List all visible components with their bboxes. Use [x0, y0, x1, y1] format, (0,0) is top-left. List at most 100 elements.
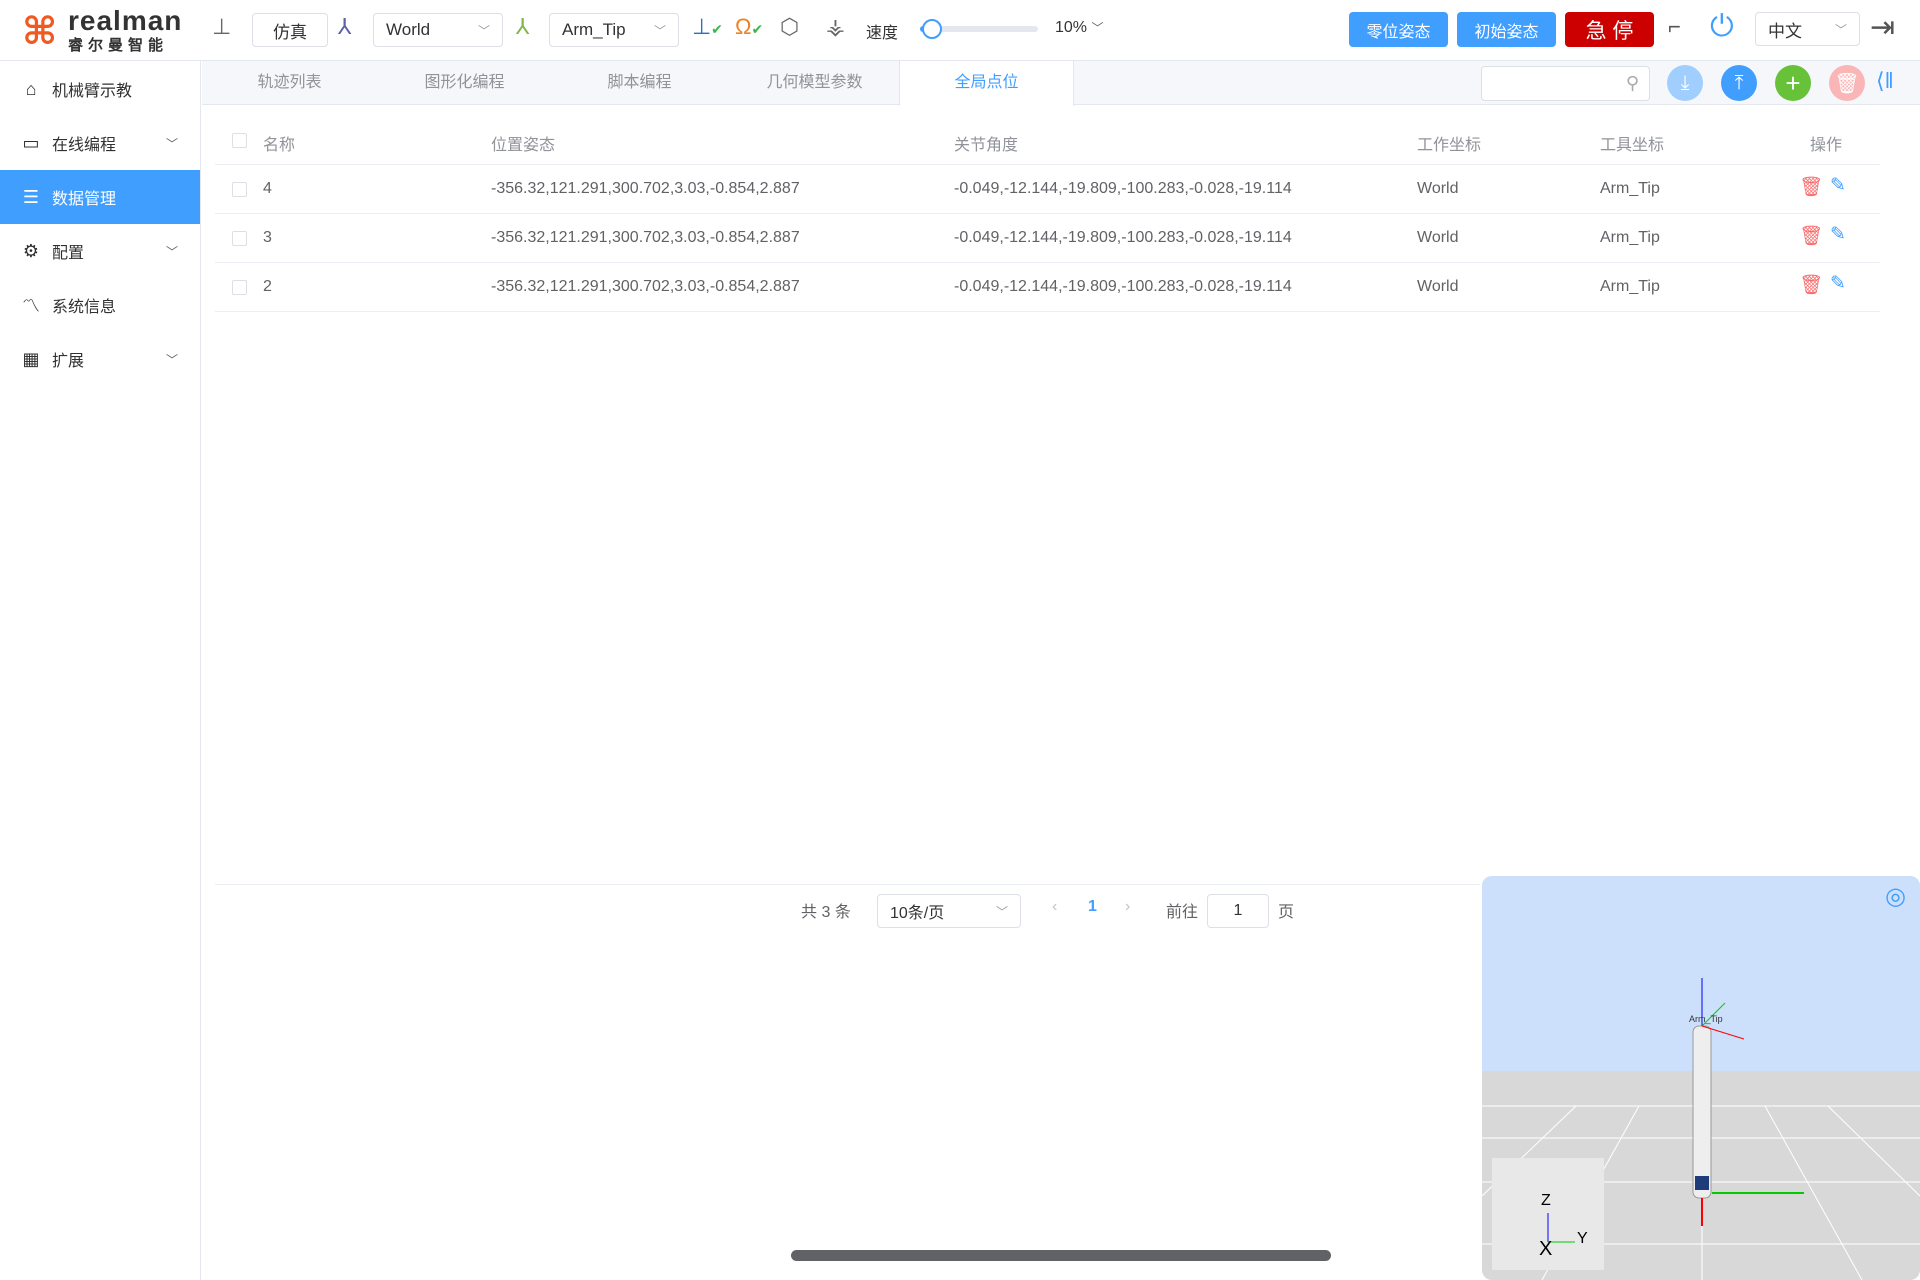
work-frame-value: World [386, 20, 431, 39]
goto-page-value: 1 [1233, 902, 1243, 919]
emergency-stop-label: 急 停 [1585, 19, 1634, 43]
delete-row-icon[interactable]: 🗑 [1799, 273, 1823, 297]
speed-slider[interactable] [920, 19, 1038, 39]
goto-label: 前往 [1166, 904, 1199, 921]
work-frame-select[interactable]: World ﹀ [373, 13, 503, 47]
cell-pose: -356.32,121.291,300.702,3.03,-0.854,2.88… [491, 278, 800, 295]
power-icon[interactable]: ⏻ [1710, 10, 1734, 44]
cell-work-frame: World [1417, 180, 1459, 197]
page-size-select[interactable]: 10条/页 ﹀ [877, 894, 1021, 928]
sidebar-item-data-management[interactable]: ☰ 数据管理 [0, 170, 200, 224]
language-value: 中文 [1768, 21, 1802, 41]
database-icon: ☰ [22, 186, 40, 207]
add-button[interactable]: + [1775, 65, 1811, 101]
speed-slider-handle[interactable] [921, 19, 942, 39]
speed-value-select[interactable]: 10% ﹀ [1055, 19, 1104, 37]
chevron-down-icon: ﹀ [1834, 22, 1847, 37]
horizontal-scrollbar[interactable] [791, 1250, 1331, 1261]
chevron-down-icon: ﹀ [165, 244, 178, 259]
3d-model-icon[interactable]: ⬡ [780, 14, 799, 40]
row-checkbox[interactable] [232, 280, 247, 295]
delete-row-icon[interactable]: 🗑 [1799, 224, 1823, 248]
sidebar-item-extensions[interactable]: ▦ 扩展 ﹀ [0, 332, 200, 386]
sidebar-item-config[interactable]: ⚙ 配置 ﹀ [0, 224, 200, 278]
cell-pose: -356.32,121.291,300.702,3.03,-0.854,2.88… [491, 229, 800, 246]
table-row: 3 -356.32,121.291,300.702,3.03,-0.854,2.… [215, 214, 1880, 263]
cell-name: 4 [263, 180, 272, 197]
table-row: 2 -356.32,121.291,300.702,3.03,-0.854,2.… [215, 263, 1880, 312]
prev-page-button[interactable]: ‹ [1052, 898, 1057, 916]
chevron-down-icon: ﹀ [165, 136, 178, 151]
table-header: 名称 位置姿态 关节角度 工作坐标 工具坐标 操作 [215, 116, 1880, 165]
column-header-work-frame: 工作坐标 [1417, 137, 1482, 154]
cell-joints: -0.049,-12.144,-19.809,-100.283,-0.028,-… [954, 180, 1292, 197]
sidebar-item-label: 数据管理 [52, 191, 117, 208]
simulation-button[interactable]: 仿真 [252, 13, 328, 47]
enable-brake-icon[interactable]: ⌐ [1668, 14, 1681, 40]
total-suffix: 条 [834, 904, 851, 921]
download-icon: ⤓ [1680, 71, 1690, 94]
logo-text: realman [68, 5, 183, 36]
home-icon: ⌂ [25, 78, 37, 99]
top-toolbar: ⌘ realman 睿尔曼智能 ⊥ 仿真 ⅄ World ﹀ ⅄ Arm_Tip ﹀ … [0, 0, 1920, 61]
trash-icon: 🗑 [1834, 72, 1860, 95]
column-header-actions: 操作 [1810, 137, 1843, 154]
simulation-label: 仿真 [273, 22, 307, 42]
emergency-stop-button[interactable]: 急 停 [1565, 12, 1654, 47]
tool-frame-select[interactable]: Arm_Tip ﹀ [549, 13, 679, 47]
collapse-panel-icon[interactable]: ⟨‖ [1876, 68, 1894, 94]
chevron-down-icon: ﹀ [995, 904, 1008, 919]
row-checkbox[interactable] [232, 182, 247, 197]
chevron-down-icon: ﹀ [653, 23, 666, 38]
cell-tool-frame: Arm_Tip [1600, 180, 1660, 197]
delete-row-icon[interactable]: 🗑 [1799, 175, 1823, 199]
tab-geometry-params[interactable]: 几何模型参数 [727, 61, 902, 105]
language-select[interactable]: 中文 ﹀ [1755, 12, 1860, 46]
tab-global-points[interactable]: 全局点位 [899, 61, 1074, 106]
delete-all-button[interactable]: 🗑 [1829, 65, 1865, 101]
sidebar-item-online-programming[interactable]: ▭ 在线编程 ﹀ [0, 116, 200, 170]
tab-graphical-programming[interactable]: 图形化编程 [377, 61, 552, 105]
next-page-button[interactable]: › [1125, 898, 1130, 916]
cell-work-frame: World [1417, 278, 1459, 295]
page-size-value: 10条/页 [890, 905, 945, 922]
initial-pose-button[interactable]: 初始姿态 [1457, 12, 1556, 47]
zero-pose-button[interactable]: 零位姿态 [1349, 12, 1448, 47]
grid-icon: ▦ [22, 348, 40, 369]
tab-trajectory-list[interactable]: 轨迹列表 [202, 61, 377, 105]
chevron-down-icon: ﹀ [1091, 21, 1104, 35]
gizmo-y-label: Y [1577, 1230, 1588, 1247]
teach-icon[interactable]: ⚶ [826, 14, 845, 40]
edit-row-icon[interactable]: ✎ [1830, 272, 1846, 295]
3d-viewer[interactable]: Arm_Tip ◎ Z Y X [1482, 876, 1920, 1280]
cell-joints: -0.049,-12.144,-19.809,-100.283,-0.028,-… [954, 229, 1292, 246]
logout-icon[interactable]: ⇥ [1870, 10, 1895, 45]
select-all-checkbox[interactable] [232, 133, 247, 148]
tool-frame-value: Arm_Tip [562, 20, 626, 39]
chevron-down-icon: ﹀ [477, 23, 490, 38]
monitor-icon: 〽 [22, 296, 40, 316]
hide-viewer-eye-icon[interactable]: ◎ [1885, 882, 1906, 911]
cell-joints: -0.049,-12.144,-19.809,-100.283,-0.028,-… [954, 278, 1292, 295]
robot-arm-icon[interactable]: ⊥ [212, 14, 231, 40]
search-icon: ⚲ [1625, 73, 1639, 93]
table-row: 4 -356.32,121.291,300.702,3.03,-0.854,2.… [215, 165, 1880, 214]
sidebar-item-system-info[interactable]: 〽系统信息 [0, 278, 200, 332]
goto-page-input[interactable]: 1 [1207, 894, 1269, 928]
chevron-down-icon: ﹀ [165, 352, 178, 367]
edit-row-icon[interactable]: ✎ [1830, 223, 1846, 246]
code-icon: ▭ [22, 132, 40, 153]
robot-arm-model [1692, 1025, 1712, 1199]
robot-connected-icon[interactable]: ⊥✔ [692, 14, 723, 40]
sidebar-item-robot-teach[interactable]: ⌂ 机械臂示教 [0, 62, 200, 116]
tab-script-programming[interactable]: 脚本编程 [552, 61, 727, 105]
cell-tool-frame: Arm_Tip [1600, 278, 1660, 295]
download-button[interactable]: ⤓ [1667, 65, 1703, 101]
zero-pose-label: 零位姿态 [1366, 23, 1431, 41]
io-connected-icon[interactable]: Ω✔ [735, 14, 763, 40]
search-input[interactable]: ⚲ [1481, 66, 1650, 101]
edit-row-icon[interactable]: ✎ [1830, 174, 1846, 197]
upload-button[interactable]: ⤒ [1721, 65, 1757, 101]
page-number-current[interactable]: 1 [1088, 898, 1097, 916]
row-checkbox[interactable] [232, 231, 247, 246]
